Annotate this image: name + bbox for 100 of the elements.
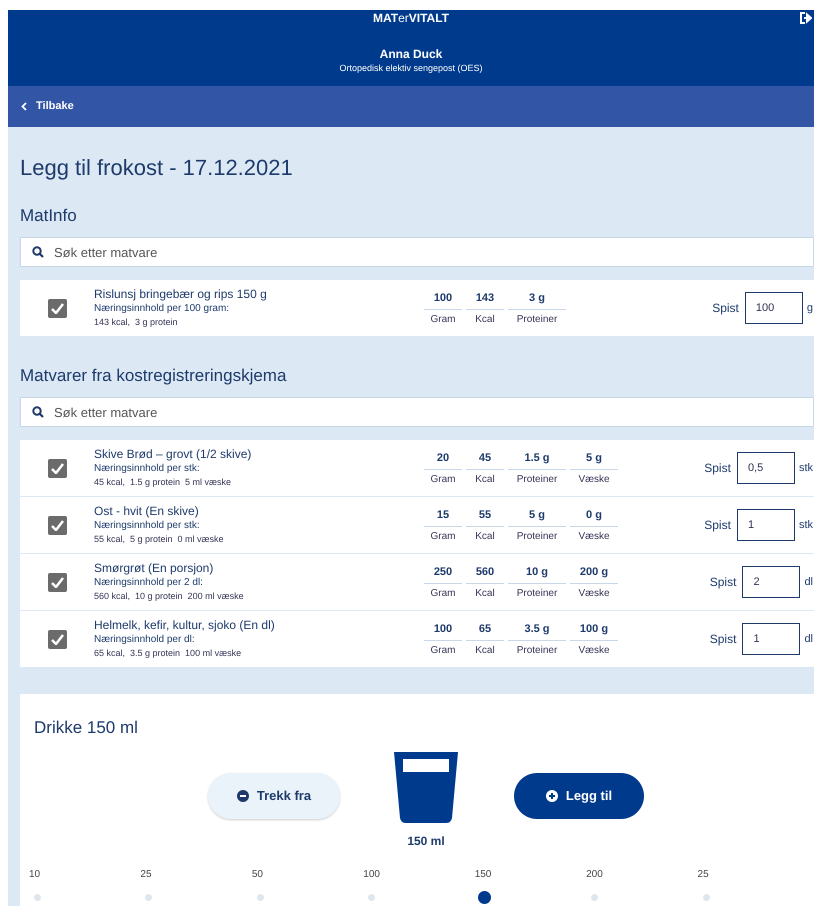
nutrient-value: 0 g xyxy=(586,508,602,522)
nutrient-label: Væske xyxy=(578,472,610,486)
checkbox[interactable] xyxy=(48,630,66,648)
nutrient-value: 10 g xyxy=(526,564,548,580)
eaten-label: Spist xyxy=(710,574,736,591)
food-name: Skive Brød – grovt (1/2 skive) xyxy=(94,447,252,462)
food-name: Rislunsj bringebær og rips 150 g xyxy=(94,287,268,302)
nutrient-value: 200 g xyxy=(580,564,608,580)
nutrient-value: 45 xyxy=(478,450,492,466)
search-icon xyxy=(32,406,44,418)
scale-label: 50 xyxy=(252,868,263,882)
scale-label: 25 xyxy=(140,868,152,882)
nutrition-basis: Næringsinnhold per 100 gram: xyxy=(94,302,230,316)
nutrient-value: 55 xyxy=(478,508,492,522)
eaten-field[interactable]: 100 xyxy=(744,292,803,324)
unit-label: stk xyxy=(798,518,813,533)
eaten-label: Spist xyxy=(704,460,731,477)
search-field[interactable]: Søk etter matvare xyxy=(20,397,814,427)
checkbox[interactable] xyxy=(48,572,66,592)
nutrient-value: 100 xyxy=(434,622,452,636)
nutrition-summary: 143 kcal, 3 g protein xyxy=(94,316,179,329)
nutrient-label: Kcal xyxy=(475,472,495,486)
unit-label: g xyxy=(806,300,813,316)
nutrient-label: Kcal xyxy=(475,312,495,326)
scale-label: 200 xyxy=(586,868,603,882)
nutrient-label: Gram xyxy=(430,530,456,544)
nutrient-label: Kcal xyxy=(475,530,495,544)
nutrient-value: 20 xyxy=(436,450,450,466)
scale-label: 150 xyxy=(474,868,492,882)
nutrient-label: Kcal xyxy=(475,644,495,658)
food-name: Ost - hvit (En skive) xyxy=(94,504,200,519)
unit-label: dl xyxy=(804,574,813,590)
nutrient-value: 143 xyxy=(476,290,494,306)
chevron-left-icon xyxy=(21,102,27,111)
eaten-field[interactable]: 2 xyxy=(742,566,800,598)
nutrition-summary: 45 kcal, 1.5 g protein 5 ml væske xyxy=(94,476,232,489)
eaten-label: Spist xyxy=(712,300,739,317)
eaten-label: Spist xyxy=(710,631,736,648)
nutrient-label: Væske xyxy=(578,530,610,544)
nutrient-value: 5 g xyxy=(529,508,545,522)
search-field[interactable]: Søk etter matvare xyxy=(20,237,814,267)
nutrient-value: 100 g xyxy=(580,622,608,636)
nutrient-label: Proteiner xyxy=(516,472,558,486)
nutrition-basis: Næringsinnhold per stk: xyxy=(94,462,201,476)
app-logo: MATerVITALT xyxy=(373,10,449,26)
nutrient-label: Væske xyxy=(578,644,610,658)
nutrition-basis: Næringsinnhold per stk: xyxy=(94,519,201,533)
food-name: Helmelk, kefir, kultur, sjoko (En dl) xyxy=(94,618,276,633)
ward-name: Ortopedisk elektiv sengepost (OES) xyxy=(339,62,483,75)
nutrient-value: 250 xyxy=(434,564,452,580)
nutrient-label: Gram xyxy=(430,644,456,658)
scale-label: 10 xyxy=(29,868,40,882)
slider-thumb[interactable] xyxy=(478,891,491,904)
nutrition-summary: 55 kcal, 5 g protein 0 ml væske xyxy=(94,533,225,546)
nutrient-value: 3.5 g xyxy=(524,622,550,636)
nutrition-basis: Næringsinnhold per dl: xyxy=(94,633,196,647)
back-link[interactable]: Tilbake xyxy=(8,98,74,115)
drink-heading: Drikke 150 ml xyxy=(34,717,139,739)
nutrient-value: 560 xyxy=(476,564,494,580)
plus-circle-icon xyxy=(546,790,558,802)
nutrition-basis: Næringsinnhold per 2 dl: xyxy=(94,576,204,590)
nutrient-label: Gram xyxy=(430,586,456,600)
eaten-label: Spist xyxy=(704,517,731,534)
nutrient-label: Proteiner xyxy=(516,530,558,544)
nutrient-label: Proteiner xyxy=(516,586,558,600)
patient-name: Anna Duck xyxy=(380,46,442,62)
section-heading: MatInfo xyxy=(19,205,78,227)
nutrient-value: 3 g xyxy=(529,290,545,306)
nutrient-value: 100 xyxy=(434,290,452,306)
eaten-field[interactable]: 1 xyxy=(736,509,795,541)
nutrient-label: Proteiner xyxy=(516,644,558,658)
checkbox[interactable] xyxy=(48,298,66,318)
glass-icon xyxy=(394,752,458,823)
nutrition-summary: 560 kcal, 10 g protein 200 ml væske xyxy=(94,590,245,603)
nutrient-label: Gram xyxy=(430,472,456,486)
nutrient-value: 1.5 g xyxy=(524,450,550,466)
logout-icon[interactable] xyxy=(799,12,812,24)
drink-amount: 150 ml xyxy=(407,833,445,850)
subtract-button[interactable]: Trekk fra xyxy=(208,773,340,819)
nutrient-label: Proteiner xyxy=(516,312,558,326)
page-title: Legg til frokost - 17.12.2021 xyxy=(19,154,294,182)
nutrient-label: Væske xyxy=(578,586,610,600)
nutrient-value: 65 xyxy=(478,622,492,636)
nutrient-label: Kcal xyxy=(475,586,495,600)
nutrient-label: Gram xyxy=(430,312,456,326)
checkbox[interactable] xyxy=(48,516,66,534)
food-name: Smørgrøt (En porsjon) xyxy=(94,561,214,576)
scale-label: 100 xyxy=(363,868,380,882)
minus-circle-icon xyxy=(236,790,249,802)
nutrient-value: 15 xyxy=(436,508,450,522)
section-heading: Matvarer fra kostregistreringskjema xyxy=(19,365,288,387)
search-icon xyxy=(32,246,44,258)
unit-label: stk xyxy=(798,460,813,476)
nutrition-summary: 65 kcal, 3.5 g protein 100 ml væske xyxy=(94,647,242,660)
eaten-field[interactable]: 1 xyxy=(742,623,800,655)
nutrient-value: 5 g xyxy=(586,450,602,466)
unit-label: dl xyxy=(804,632,813,647)
checkbox[interactable] xyxy=(48,458,66,478)
add-button[interactable]: Legg til xyxy=(514,773,644,819)
eaten-field[interactable]: 0,5 xyxy=(736,452,795,484)
